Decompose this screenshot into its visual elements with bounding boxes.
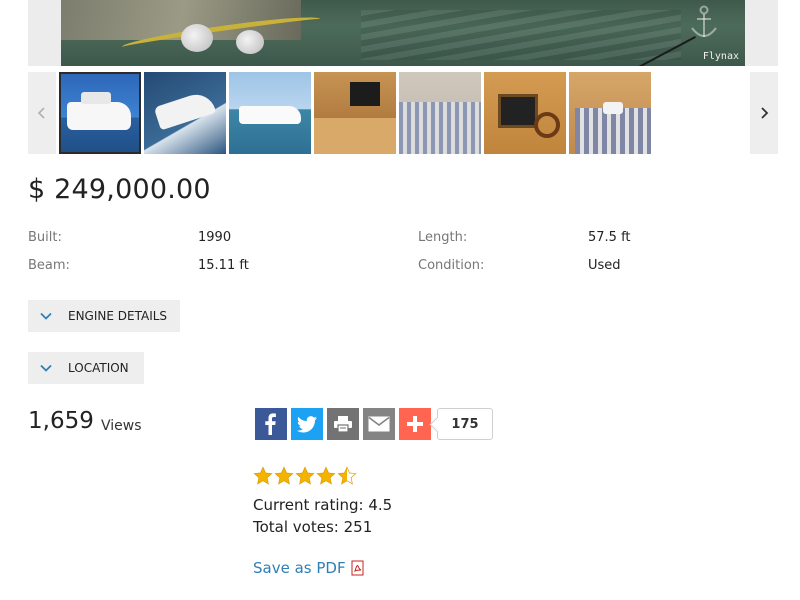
- thumbnail-strip: [28, 72, 778, 154]
- star-full-icon[interactable]: [316, 465, 336, 487]
- chevron-left-icon: [37, 107, 45, 119]
- star-full-icon[interactable]: [253, 465, 273, 487]
- share-count-badge: 175: [437, 408, 493, 440]
- gallery-next-button[interactable]: [750, 72, 778, 154]
- save-as-pdf-label: Save as PDF: [253, 559, 346, 577]
- thumbnail-6[interactable]: [484, 72, 566, 154]
- facebook-share-button[interactable]: [255, 408, 287, 440]
- spec-beam-label: Beam:: [28, 258, 70, 273]
- thumbnail-1[interactable]: [59, 72, 141, 154]
- star-full-icon[interactable]: [295, 465, 315, 487]
- facebook-icon: [265, 413, 276, 435]
- plus-icon: [407, 416, 423, 432]
- main-photo[interactable]: Flynax: [61, 0, 745, 66]
- spec-condition-label: Condition:: [418, 258, 485, 273]
- star-full-icon[interactable]: [274, 465, 294, 487]
- spec-built-label: Built:: [28, 230, 62, 245]
- photo-fender: [181, 24, 213, 52]
- printer-icon: [334, 416, 352, 433]
- anchor-watermark-icon: [691, 5, 717, 37]
- location-label: LOCATION: [68, 361, 129, 375]
- envelope-icon: [368, 416, 390, 432]
- pdf-icon: [351, 560, 364, 576]
- spec-beam-value: 15.11 ft: [198, 258, 249, 273]
- spec-length-label: Length:: [418, 230, 468, 245]
- photo-water: [361, 10, 681, 60]
- thumbnail-4[interactable]: [314, 72, 396, 154]
- thumbnail-7[interactable]: [569, 72, 651, 154]
- thumbnail-2[interactable]: [144, 72, 226, 154]
- chevron-right-icon: [761, 107, 769, 119]
- print-button[interactable]: [327, 408, 359, 440]
- chevron-down-icon: [40, 312, 54, 320]
- email-share-button[interactable]: [363, 408, 395, 440]
- location-toggle[interactable]: LOCATION: [28, 352, 144, 384]
- spec-length-value: 57.5 ft: [588, 230, 631, 245]
- twitter-share-button[interactable]: [291, 408, 323, 440]
- spec-built-value: 1990: [198, 230, 232, 245]
- listing-price: $ 249,000.00: [28, 174, 211, 205]
- engine-details-label: ENGINE DETAILS: [68, 309, 168, 323]
- twitter-icon: [297, 415, 317, 432]
- total-votes-text: Total votes: 251: [253, 518, 373, 536]
- main-photo-container: Flynax: [28, 0, 778, 66]
- views-label: Views: [101, 418, 142, 434]
- star-half-icon[interactable]: [337, 465, 357, 487]
- gallery-prev-button[interactable]: [28, 72, 56, 154]
- engine-details-toggle[interactable]: ENGINE DETAILS: [28, 300, 180, 332]
- spec-condition-value: Used: [588, 258, 621, 273]
- thumbnail-3[interactable]: [229, 72, 311, 154]
- photo-watermark: Flynax: [702, 51, 739, 62]
- save-as-pdf-link[interactable]: Save as PDF: [253, 559, 366, 577]
- star-rating[interactable]: [253, 465, 358, 487]
- more-share-button[interactable]: [399, 408, 431, 440]
- views-count: 1,659: [28, 408, 94, 434]
- chevron-down-icon: [40, 364, 54, 372]
- photo-fender: [236, 30, 264, 54]
- current-rating-text: Current rating: 4.5: [253, 496, 393, 514]
- thumbnail-5[interactable]: [399, 72, 481, 154]
